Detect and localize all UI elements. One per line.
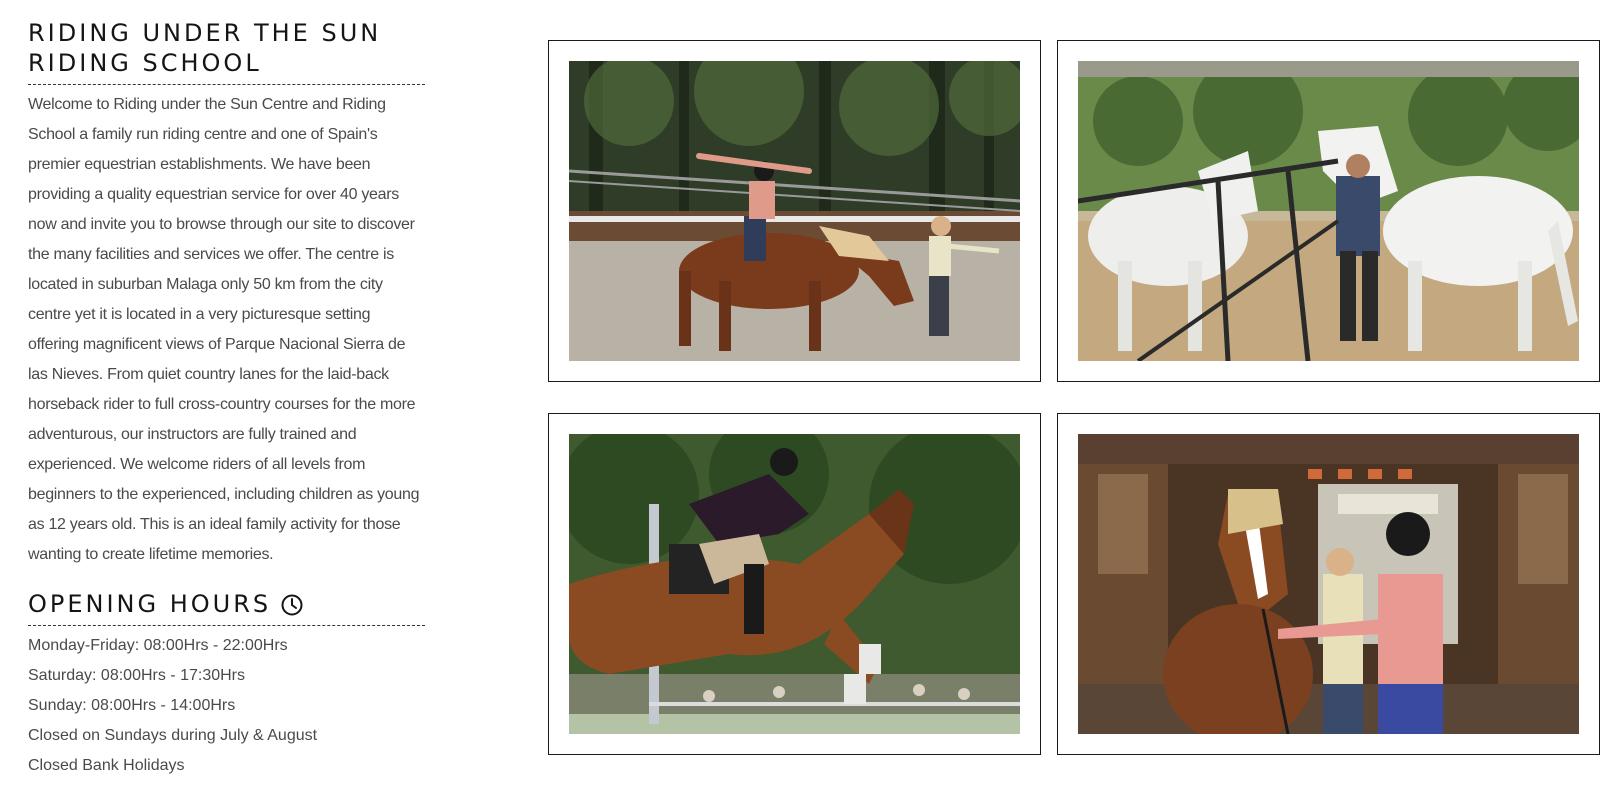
gallery-frame-2[interactable] <box>1057 40 1600 382</box>
gallery-frame-3[interactable] <box>548 413 1041 755</box>
photo-grooming-white-horses[interactable] <box>1078 61 1579 361</box>
school-title-line1: RIDING UNDER THE SUN <box>28 19 382 47</box>
school-title: RIDING UNDER THE SUN RIDING SCHOOL <box>28 18 425 85</box>
opening-hours-title: OPENING HOURS <box>28 589 425 626</box>
opening-hours-item: Closed on Sundays during July & August <box>28 727 318 744</box>
clock-icon <box>281 593 303 616</box>
photo-gallery <box>548 40 1600 759</box>
gallery-frame-4[interactable] <box>1057 413 1600 755</box>
photo-stable-horse[interactable] <box>1078 434 1579 734</box>
opening-hours-item: Saturday: 08:00Hrs - 17:30Hrs <box>28 667 245 684</box>
opening-hours-item: Closed Bank Holidays <box>28 757 185 774</box>
school-title-line2: RIDING SCHOOL <box>28 49 262 77</box>
opening-hours-item: Monday-Friday: 08:00Hrs - 22:00Hrs <box>28 637 288 654</box>
opening-hours-title-text: OPENING HOURS <box>28 590 272 618</box>
photo-rider-arms-outstretched[interactable] <box>569 61 1020 361</box>
welcome-text: Welcome to Riding under the Sun Centre a… <box>28 96 420 563</box>
gallery-frame-1[interactable] <box>548 40 1041 382</box>
opening-hours-list: Monday-Friday: 08:00Hrs - 22:00Hrs Satur… <box>28 631 425 781</box>
opening-hours-item: Sunday: 08:00Hrs - 14:00Hrs <box>28 697 236 714</box>
about-section: RIDING UNDER THE SUN RIDING SCHOOL Welco… <box>28 18 425 781</box>
photo-show-jumping[interactable] <box>569 434 1020 734</box>
